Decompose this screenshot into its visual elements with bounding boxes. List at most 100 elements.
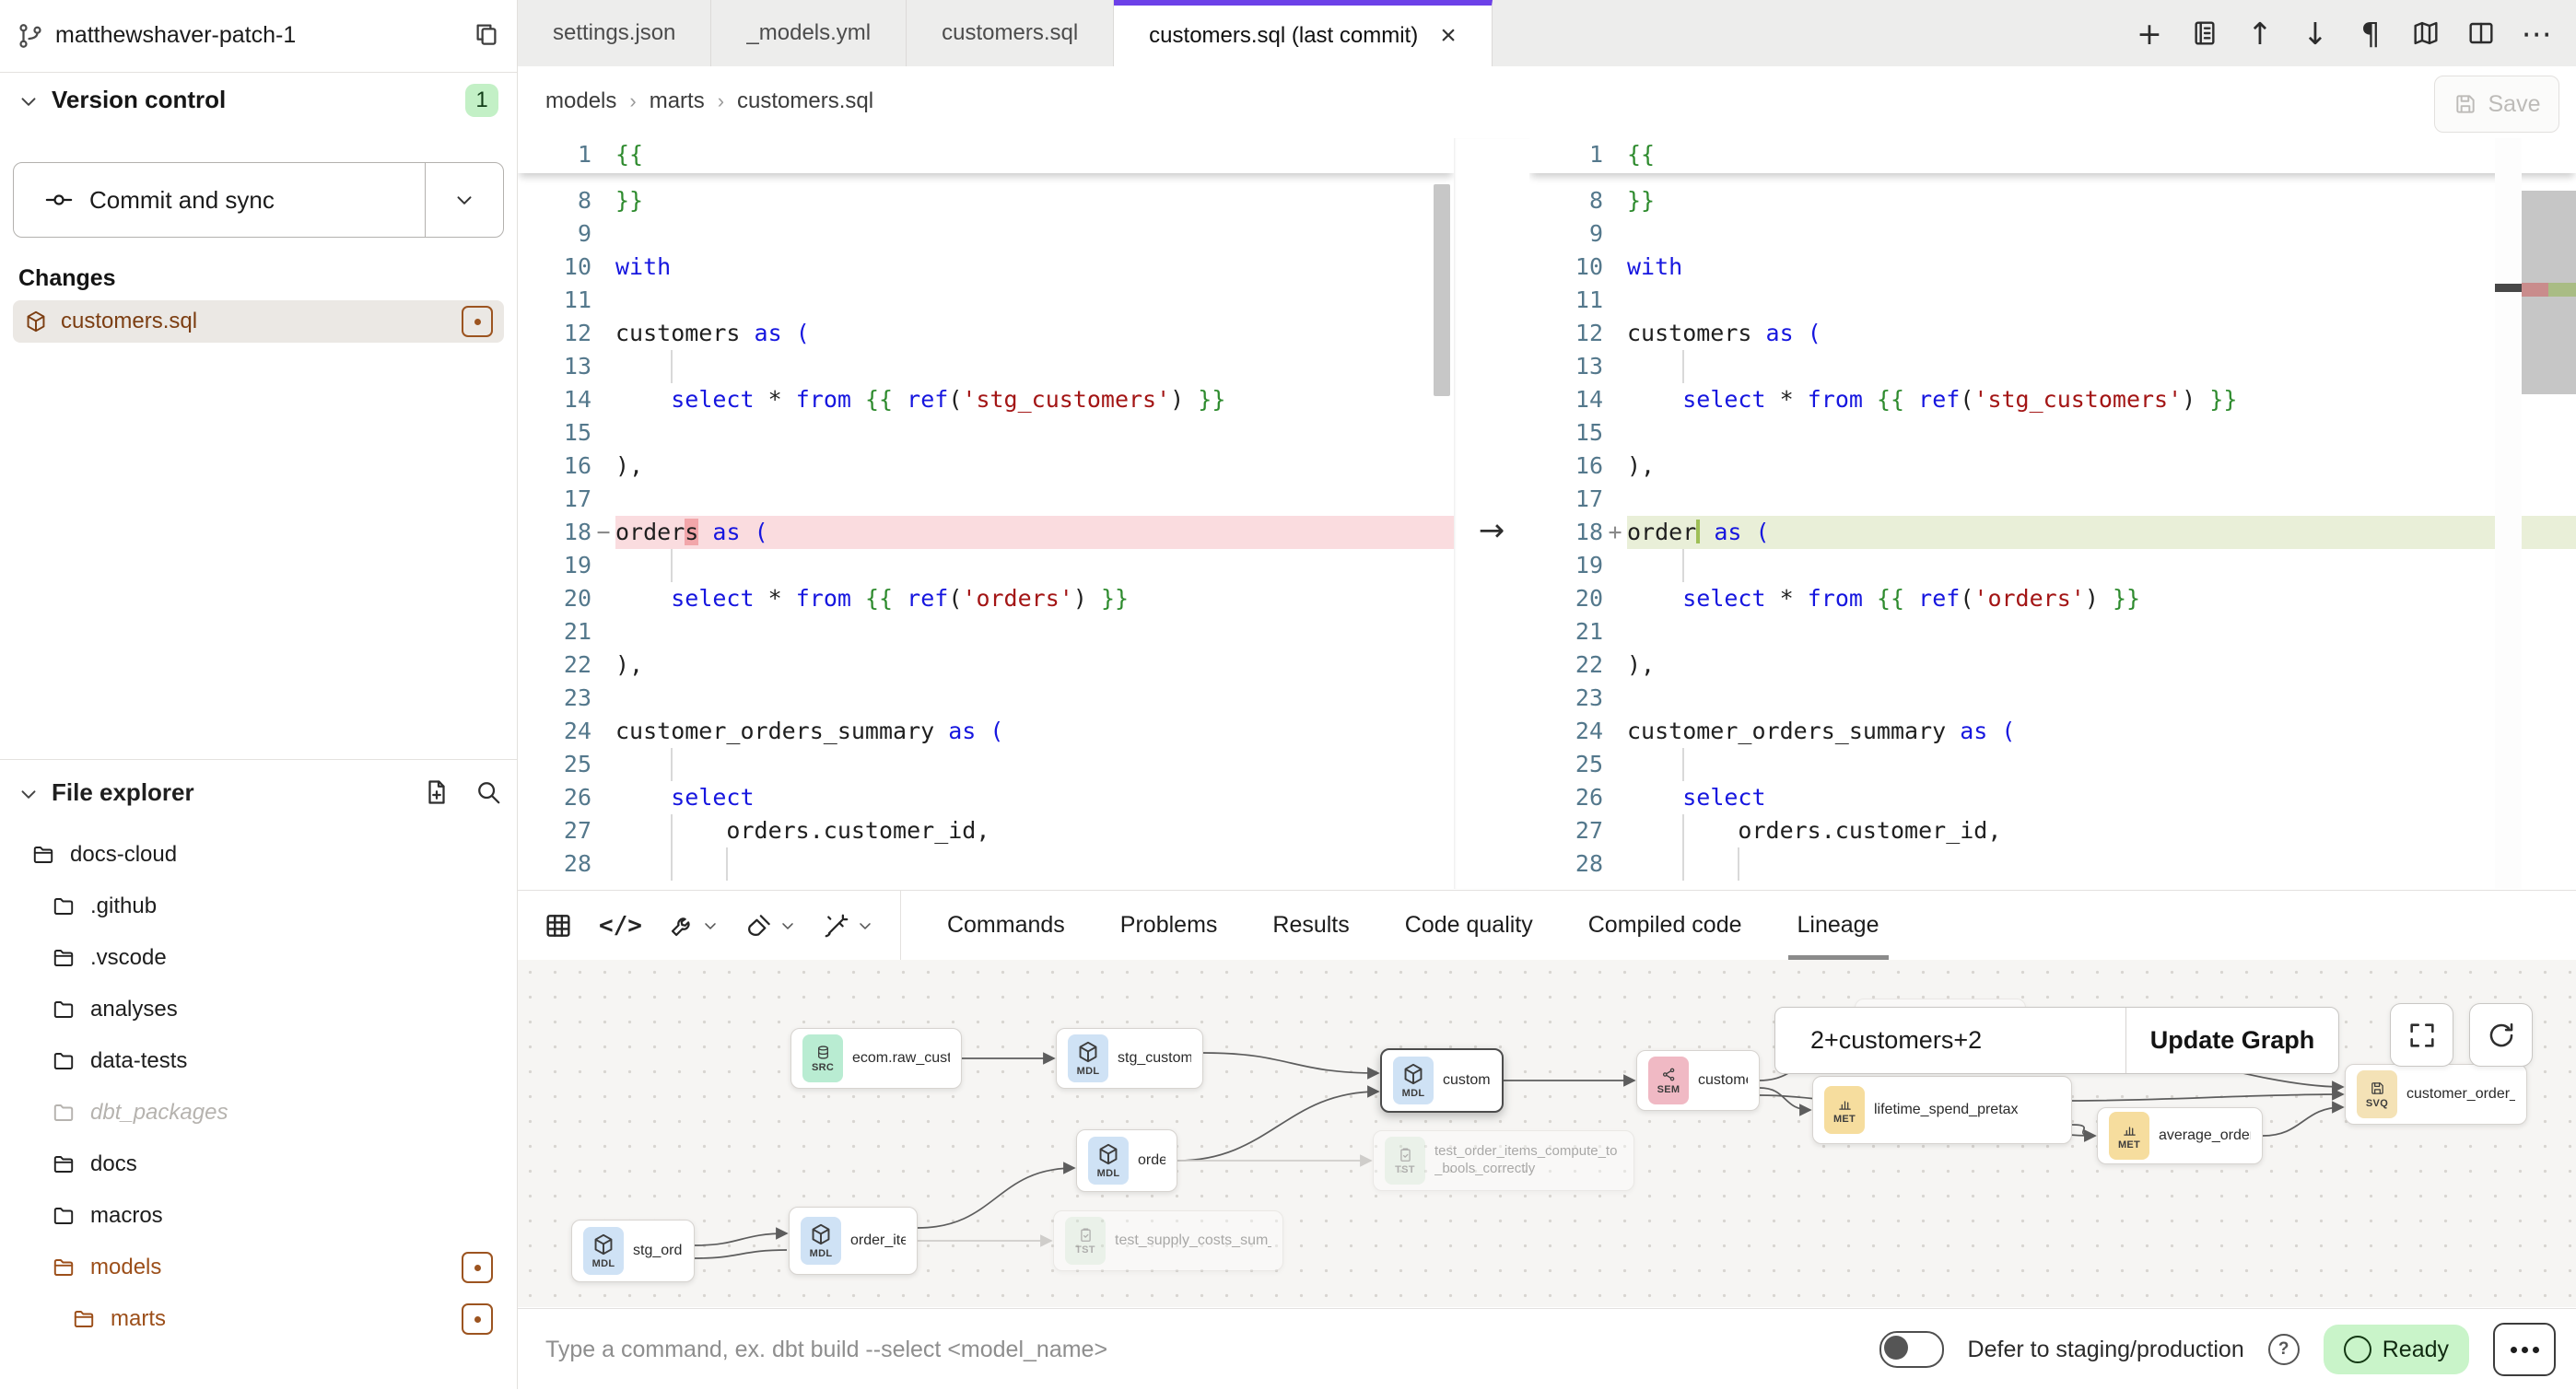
line-number: 26 [518, 781, 591, 814]
breadcrumb-part[interactable]: marts [650, 88, 705, 114]
node-type-badge-src: SRC [802, 1034, 843, 1082]
lineage-node-raw_customers[interactable]: SRCecom.raw_customers [790, 1028, 962, 1089]
diff-sign [1603, 251, 1627, 284]
copy-branch-icon[interactable] [473, 20, 500, 48]
tab-label: customers.sql [942, 20, 1078, 46]
save-button[interactable]: Save [2434, 76, 2559, 133]
commit-options-chevron[interactable] [426, 188, 503, 212]
panel-tab-results[interactable]: Results [1272, 891, 1349, 961]
ellipsis-icon[interactable]: ⋯ [2521, 18, 2552, 49]
tab-customers-sql-last-commit-[interactable]: customers.sql (last commit)× [1114, 0, 1493, 66]
lineage-node-average_order_value[interactable]: METaverage_order_value [2097, 1107, 2263, 1164]
indent-guide [1682, 847, 1684, 881]
wrench-tool[interactable] [668, 912, 720, 940]
lineage-node-customer_order_metrics[interactable]: SVQcustomer_order_metrics [2345, 1064, 2527, 1125]
chevron-down-icon[interactable] [779, 917, 797, 935]
changed-file-name: customers.sql [61, 309, 462, 334]
lineage-node-lifetime_spend[interactable]: METlifetime_spend_pretax [1812, 1076, 2072, 1144]
tree-item--vscode[interactable]: .vscode [0, 932, 517, 984]
code-line-9-left: 9 [518, 217, 1454, 251]
lineage-node-order_items[interactable]: MDLorder_items [789, 1207, 918, 1275]
graph-selector-input[interactable] [1775, 1008, 2125, 1073]
tree-item-analyses[interactable]: analyses [0, 984, 517, 1035]
tree-item-data-tests[interactable]: data-tests [0, 1035, 517, 1087]
lineage-graph[interactable]: SRCecom.raw_customers MDLstg_customers MDL… [518, 960, 2576, 1307]
tree-item-models[interactable]: models [0, 1242, 517, 1293]
code-content [1627, 847, 2576, 881]
tree-item--github[interactable]: .github [0, 881, 517, 932]
refresh-graph-button[interactable] [2469, 1003, 2533, 1067]
chevron-down-icon[interactable] [856, 917, 874, 935]
split-pane-icon[interactable] [2465, 18, 2497, 49]
diff-sign [591, 847, 615, 881]
file-explorer-header[interactable]: File explorer [0, 760, 517, 830]
code-content: order as ( [1627, 516, 2576, 549]
folder-open-icon [52, 1256, 76, 1279]
code-content: }} [615, 184, 1454, 217]
code-line-26-left: 26 select [518, 781, 1454, 814]
wrench-icon [668, 912, 696, 940]
pilcrow-icon[interactable]: ¶ [2355, 18, 2386, 49]
right-scrollbar[interactable] [2495, 138, 2522, 889]
defer-toggle[interactable] [1879, 1331, 1944, 1368]
tab-settings-json[interactable]: settings.json [518, 0, 711, 66]
more-options-button[interactable] [2493, 1323, 2556, 1376]
commit-and-sync-button[interactable]: Commit and sync [13, 162, 504, 238]
tree-item-marts[interactable]: marts [0, 1293, 517, 1345]
map-icon[interactable] [2410, 18, 2441, 49]
fullscreen-button[interactable] [2390, 1003, 2453, 1067]
table-tool[interactable] [544, 911, 573, 940]
tree-item-dbt-packages[interactable]: dbt_packages [0, 1087, 517, 1139]
cube-icon [591, 1232, 615, 1256]
edge-lifetime_spend-to-average_order_value [2072, 1125, 2095, 1136]
lineage-node-customers_sem[interactable]: SEMcustomers [1636, 1050, 1760, 1111]
changed-file-customers-sql[interactable]: customers.sql [13, 300, 504, 343]
notebook-icon[interactable] [2189, 18, 2220, 49]
version-control-header[interactable]: Version control 1 [0, 73, 517, 132]
tab-customers-sql[interactable]: customers.sql [907, 0, 1114, 66]
panel-tab-lineage[interactable]: Lineage [1797, 891, 1879, 961]
command-input[interactable] [544, 1326, 1653, 1373]
search-icon[interactable] [474, 778, 502, 806]
table-icon [544, 911, 573, 940]
update-graph-button[interactable]: Update Graph [2126, 1008, 2338, 1073]
tree-item-macros[interactable]: macros [0, 1190, 517, 1242]
left-scrollbar-thumb[interactable] [1434, 184, 1450, 396]
plus-icon[interactable]: + [2134, 18, 2165, 49]
diff-sign [1603, 715, 1627, 748]
diff-pane-original[interactable]: 8}}910with1112customers as (1314 select … [518, 138, 1454, 889]
help-icon[interactable]: ? [2268, 1334, 2300, 1365]
diff-overview-ruler[interactable] [2522, 191, 2576, 394]
tree-item-docs-cloud[interactable]: docs-cloud [0, 829, 517, 881]
lineage-node-test_supply[interactable]: TSTtest_supply_costs_sum_correctly [1053, 1210, 1283, 1271]
format-tool[interactable] [745, 912, 797, 940]
panel-tab-problems[interactable]: Problems [1120, 891, 1218, 961]
lineage-node-orders[interactable]: MDLorders [1076, 1129, 1177, 1192]
magic-tool[interactable] [823, 912, 874, 940]
chevron-down-icon[interactable] [17, 782, 41, 806]
code-tool[interactable]: </> [599, 912, 642, 940]
lineage-node-test_order_items[interactable]: TSTtest_order_items_compute_to_bools_cor… [1373, 1130, 1634, 1191]
diff-sign [1603, 383, 1627, 416]
model-cube-icon [24, 310, 48, 333]
new-file-icon[interactable] [423, 778, 451, 806]
arrow-down-icon[interactable]: ↓ [2300, 18, 2331, 49]
tree-item-docs[interactable]: docs [0, 1139, 517, 1190]
node-label: stg_orders [633, 1243, 683, 1259]
revert-diff-arrow-icon[interactable]: → [1454, 512, 1529, 549]
breadcrumb-part[interactable]: models [545, 88, 616, 114]
tab--models-yml[interactable]: _models.yml [711, 0, 907, 66]
close-icon[interactable]: × [1440, 22, 1457, 50]
lineage-node-stg_customers[interactable]: MDLstg_customers [1056, 1028, 1203, 1089]
panel-tab-code-quality[interactable]: Code quality [1405, 891, 1533, 961]
diff-pane-modified[interactable]: 8}}910with1112customers as (1314 select … [1529, 138, 2576, 889]
panel-tab-commands[interactable]: Commands [947, 891, 1065, 961]
lineage-node-stg_orders[interactable]: MDLstg_orders [571, 1220, 695, 1282]
arrow-up-icon[interactable]: ↑ [2244, 18, 2276, 49]
chevron-down-icon[interactable] [701, 917, 720, 935]
panel-tab-compiled-code[interactable]: Compiled code [1588, 891, 1742, 961]
code-content: with [615, 251, 1454, 284]
lineage-node-customers_mdl[interactable]: MDLcustomers [1380, 1048, 1504, 1113]
breadcrumb-part[interactable]: customers.sql [737, 88, 873, 114]
chevron-down-icon[interactable] [17, 89, 41, 113]
